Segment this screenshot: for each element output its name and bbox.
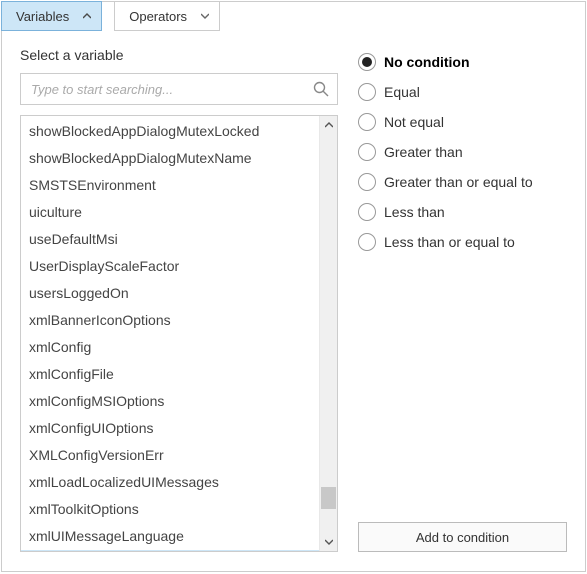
radio-label: Less than [384, 204, 445, 220]
list-item[interactable]: UserDisplayScaleFactor [21, 253, 319, 280]
scroll-up-button[interactable] [320, 116, 337, 134]
search-wrap [20, 73, 338, 105]
list-item[interactable]: xmlConfigMSIOptions [21, 388, 319, 415]
list-item[interactable]: useDefaultMsi [21, 226, 319, 253]
dialog: Variables Operators Select a variable [1, 1, 586, 572]
condition-option[interactable]: Greater than or equal to [358, 167, 567, 197]
list-item[interactable]: XMLConfigVersionErr [21, 442, 319, 469]
condition-option[interactable]: Not equal [358, 107, 567, 137]
condition-option[interactable]: Equal [358, 77, 567, 107]
list-item[interactable]: uiculture [21, 199, 319, 226]
list-item[interactable]: xmlLoadLocalizedUIMessages [21, 469, 319, 496]
list-item[interactable]: xmlConfigFile [21, 361, 319, 388]
condition-option[interactable]: Less than [358, 197, 567, 227]
list-item[interactable]: usersLoggedOn [21, 280, 319, 307]
radio-label: No condition [384, 54, 470, 70]
condition-radio-group: No condition Equal Not equal Greater than Gr… [358, 47, 567, 257]
list-item[interactable]: xmlUIMessageLanguage [21, 523, 319, 550]
radio-icon [358, 143, 376, 161]
radio-label: Not equal [384, 114, 444, 130]
variable-list[interactable]: showBlockedAppDialogMutexLockedshowBlock… [21, 116, 319, 551]
list-item[interactable]: xmlConfigUIOptions [21, 415, 319, 442]
radio-label: Greater than or equal to [384, 174, 533, 190]
scroll-down-button[interactable] [320, 533, 337, 551]
left-panel: Select a variable showBlockedAppDialogMu… [20, 47, 338, 552]
chevron-down-icon [201, 11, 209, 22]
list-item[interactable]: xmlBannerIconOptions [21, 307, 319, 334]
chevron-up-icon [83, 11, 91, 22]
section-label: Select a variable [20, 47, 338, 63]
radio-icon [358, 83, 376, 101]
tab-label: Operators [129, 9, 187, 24]
condition-option[interactable]: Greater than [358, 137, 567, 167]
radio-icon [358, 203, 376, 221]
list-item[interactable]: xmlConfig [21, 334, 319, 361]
right-panel: No condition Equal Not equal Greater than Gr… [358, 47, 567, 552]
content-area: Select a variable showBlockedAppDialogMu… [2, 31, 585, 570]
list-item[interactable]: xmlToolkitOptions [21, 496, 319, 523]
radio-icon [358, 53, 376, 71]
list-item[interactable]: showBlockedAppDialogMutexLocked [21, 118, 319, 145]
tab-bar: Variables Operators [1, 1, 585, 31]
search-input[interactable] [20, 73, 338, 105]
tab-label: Variables [16, 9, 69, 24]
list-item[interactable]: showBlockedAppDialogMutexName [21, 145, 319, 172]
radio-icon [358, 233, 376, 251]
scroll-track[interactable] [320, 134, 337, 533]
radio-label: Greater than [384, 144, 463, 160]
condition-option[interactable]: Less than or equal to [358, 227, 567, 257]
radio-icon [358, 173, 376, 191]
scroll-thumb[interactable] [321, 487, 336, 509]
list-item[interactable]: xmlUIMessages [21, 550, 319, 551]
radio-label: Less than or equal to [384, 234, 515, 250]
scrollbar[interactable] [319, 116, 337, 551]
tab-operators[interactable]: Operators [114, 1, 220, 31]
list-item[interactable]: SMSTSEnvironment [21, 172, 319, 199]
variable-list-wrap: showBlockedAppDialogMutexLockedshowBlock… [20, 115, 338, 552]
tab-variables[interactable]: Variables [1, 1, 102, 31]
radio-icon [358, 113, 376, 131]
radio-label: Equal [384, 84, 420, 100]
condition-option[interactable]: No condition [358, 47, 567, 77]
add-to-condition-button[interactable]: Add to condition [358, 522, 567, 552]
